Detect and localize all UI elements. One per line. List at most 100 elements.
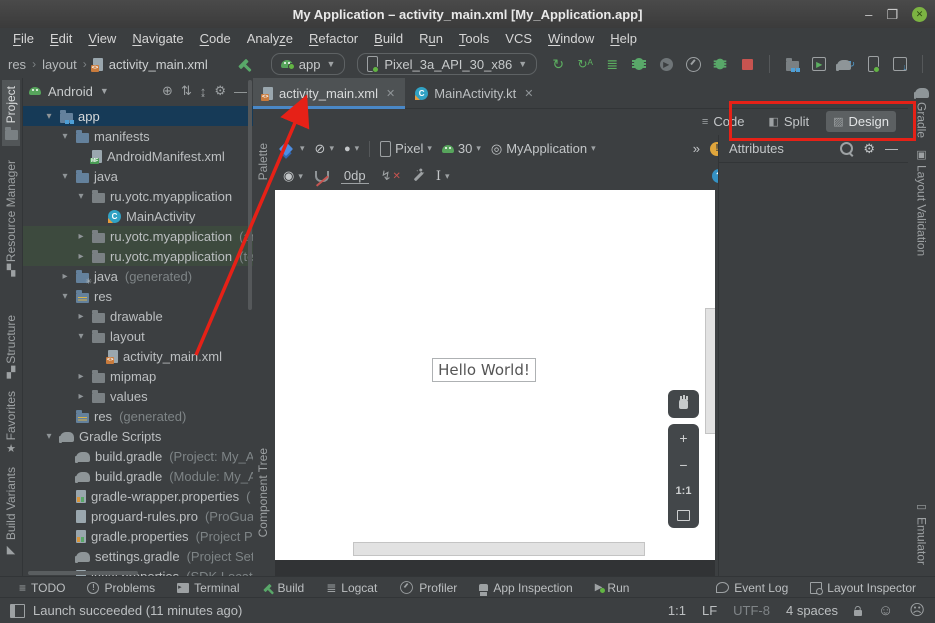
happy-face-icon[interactable]: ☺ — [878, 603, 893, 618]
clear-constraints-button[interactable]: ↯✕ — [381, 168, 401, 184]
project-tree-item[interactable]: CMainActivity — [23, 206, 253, 226]
todo-button[interactable]: ≡TODO — [10, 577, 74, 598]
project-tree-item[interactable]: ▾app — [23, 106, 253, 126]
design-canvas[interactable]: Hello World! + − 1:1 — [275, 190, 715, 560]
tool-tab-structure[interactable]: Structure ▞ — [2, 309, 20, 385]
breadcrumb-layout[interactable]: layout — [42, 57, 77, 72]
build-hammer-icon[interactable] — [238, 59, 249, 70]
menu-run[interactable]: Run — [411, 28, 451, 50]
expand-all-icon[interactable]: ⇅ — [181, 83, 192, 99]
sdk-manager-icon[interactable]: ↓ — [891, 55, 909, 73]
close-button[interactable]: ✕ — [912, 7, 927, 22]
tool-tab-resource-manager[interactable]: Resource Manager ▚ — [2, 154, 20, 283]
toolwindow-toggle-icon[interactable] — [10, 604, 25, 618]
menu-navigate[interactable]: Navigate — [124, 28, 191, 50]
hello-world-textview[interactable]: Hello World! — [432, 358, 536, 382]
default-margin-selector[interactable]: 0dp — [341, 168, 369, 184]
breadcrumb-file[interactable]: activity_main.xml — [109, 57, 208, 72]
gradle-sync-icon[interactable]: ↻ — [837, 55, 855, 73]
problems-button[interactable]: !Problems — [78, 577, 164, 598]
view-options-menu[interactable]: ◉▾ — [283, 168, 303, 184]
tab-mainactivity-kt[interactable]: C MainActivity.kt ✕ — [405, 78, 543, 108]
api-level-menu[interactable]: 30▾ — [442, 141, 481, 156]
locate-file-icon[interactable]: ⊕ — [162, 83, 173, 99]
profiler-button[interactable]: Profiler — [390, 577, 466, 598]
zoom-out-button[interactable]: − — [679, 458, 687, 472]
chevron-closed-icon[interactable]: ▸ — [75, 371, 87, 382]
tool-tab-emulator[interactable]: ▭ Emulator — [913, 496, 931, 571]
close-tab-icon[interactable]: ✕ — [524, 87, 533, 100]
zoom-in-button[interactable]: + — [679, 431, 687, 445]
mode-design-button[interactable]: ▨ Design — [826, 111, 896, 132]
menu-build[interactable]: Build — [366, 28, 411, 50]
rerun-app-icon[interactable]: ↻ — [549, 55, 567, 73]
project-tree-item[interactable]: ▸mipmap — [23, 366, 253, 386]
project-tree-item[interactable]: ▸drawable — [23, 306, 253, 326]
project-tree-item[interactable]: ▸ru.yotc.myapplication(andro — [23, 226, 253, 246]
zoom-actual-size-button[interactable]: 1:1 — [676, 486, 692, 497]
orientation-selector[interactable]: ⊘▾ — [315, 141, 334, 157]
run-configurations-icon[interactable]: ▶ — [810, 55, 828, 73]
menu-code[interactable]: Code — [192, 28, 239, 50]
menu-refactor[interactable]: Refactor — [301, 28, 366, 50]
attributes-search-icon[interactable] — [840, 142, 853, 155]
tool-tab-gradle[interactable]: Gradle — [913, 80, 931, 144]
chevron-closed-icon[interactable]: ▸ — [75, 391, 87, 402]
project-tree-item[interactable]: activity_main.xml — [23, 346, 253, 366]
profiler-gauge-icon[interactable] — [684, 55, 702, 73]
breadcrumb-res[interactable]: res — [8, 57, 26, 72]
tree-vertical-scrollbar[interactable] — [248, 80, 252, 310]
attach-debugger-icon[interactable] — [711, 55, 729, 73]
menu-view[interactable]: View — [80, 28, 124, 50]
chevron-closed-icon[interactable]: ▸ — [75, 251, 87, 262]
apply-changes-restart-icon[interactable]: ↻ᴬ — [576, 55, 594, 73]
profile-icon[interactable]: ▶ — [657, 55, 675, 73]
pan-button[interactable] — [668, 390, 699, 418]
menu-tools[interactable]: Tools — [451, 28, 497, 50]
chevron-open-icon[interactable]: ▾ — [43, 431, 55, 442]
project-tree-item[interactable]: ▸ru.yotc.myapplication(test — [23, 246, 253, 266]
restore-button[interactable]: ❐ — [886, 8, 898, 21]
project-tree-item[interactable]: proguard-rules.pro(ProGuar — [23, 506, 253, 526]
project-tree-item[interactable]: res(generated) — [23, 406, 253, 426]
status-line-ending[interactable]: LF — [702, 603, 717, 618]
project-tree-item[interactable]: AndroidManifest.xml — [23, 146, 253, 166]
component-tree-tab[interactable]: Component Tree — [256, 448, 270, 537]
device-selector[interactable]: Pixel_3a_API_30_x86▼ — [357, 53, 537, 75]
project-tree-item[interactable]: ▾res — [23, 286, 253, 306]
autoconnect-toggle[interactable] — [315, 171, 329, 182]
canvas-horizontal-scrollbar[interactable] — [353, 542, 645, 556]
project-tree-item[interactable]: gradle-wrapper.properties( — [23, 486, 253, 506]
hide-panel-icon[interactable]: — — [234, 84, 247, 99]
debug-icon[interactable] — [630, 55, 648, 73]
project-tree-item[interactable]: ▾ru.yotc.myapplication — [23, 186, 253, 206]
app-inspection-button[interactable]: App Inspection — [470, 577, 581, 598]
project-tree-item[interactable]: ▸java(generated) — [23, 266, 253, 286]
device-menu[interactable]: Pixel▾ — [380, 141, 432, 157]
event-log-button[interactable]: Event Log — [707, 577, 797, 598]
project-view-selector[interactable]: Android — [48, 84, 93, 99]
logcat-button[interactable]: ≣Logcat — [317, 577, 386, 598]
avd-manager-icon[interactable] — [864, 55, 882, 73]
module-selector[interactable]: app▼ — [271, 53, 346, 75]
project-tree-item[interactable]: gradle.properties(Project Pr — [23, 526, 253, 546]
chevron-closed-icon[interactable]: ▸ — [59, 271, 71, 282]
tree-horizontal-scrollbar[interactable] — [28, 571, 138, 575]
menu-analyze[interactable]: Analyze — [239, 28, 301, 50]
close-tab-icon[interactable]: ✕ — [386, 87, 395, 100]
project-tree-item[interactable]: ▾layout — [23, 326, 253, 346]
tool-tab-build-variants[interactable]: Build Variants ◣ — [2, 461, 20, 561]
infer-constraints-button[interactable] — [413, 175, 424, 178]
zoom-to-fit-icon[interactable] — [677, 510, 690, 521]
stop-icon[interactable] — [738, 55, 756, 73]
attributes-gear-icon[interactable]: ⚙ — [863, 141, 875, 157]
terminal-button[interactable]: ▸Terminal — [168, 577, 248, 598]
chevron-open-icon[interactable]: ▾ — [59, 291, 71, 302]
apply-code-changes-icon[interactable]: ≣ — [603, 55, 621, 73]
tab-activity-main-xml[interactable]: activity_main.xml ✕ — [253, 78, 405, 108]
tool-tab-favorites[interactable]: Favorites ★ — [2, 385, 20, 461]
status-indent[interactable]: 4 spaces — [786, 603, 838, 618]
menu-window[interactable]: Window — [540, 28, 602, 50]
project-tree-item[interactable]: ▾Gradle Scripts — [23, 426, 253, 446]
layout-inspector-button[interactable]: Layout Inspector — [801, 577, 925, 598]
